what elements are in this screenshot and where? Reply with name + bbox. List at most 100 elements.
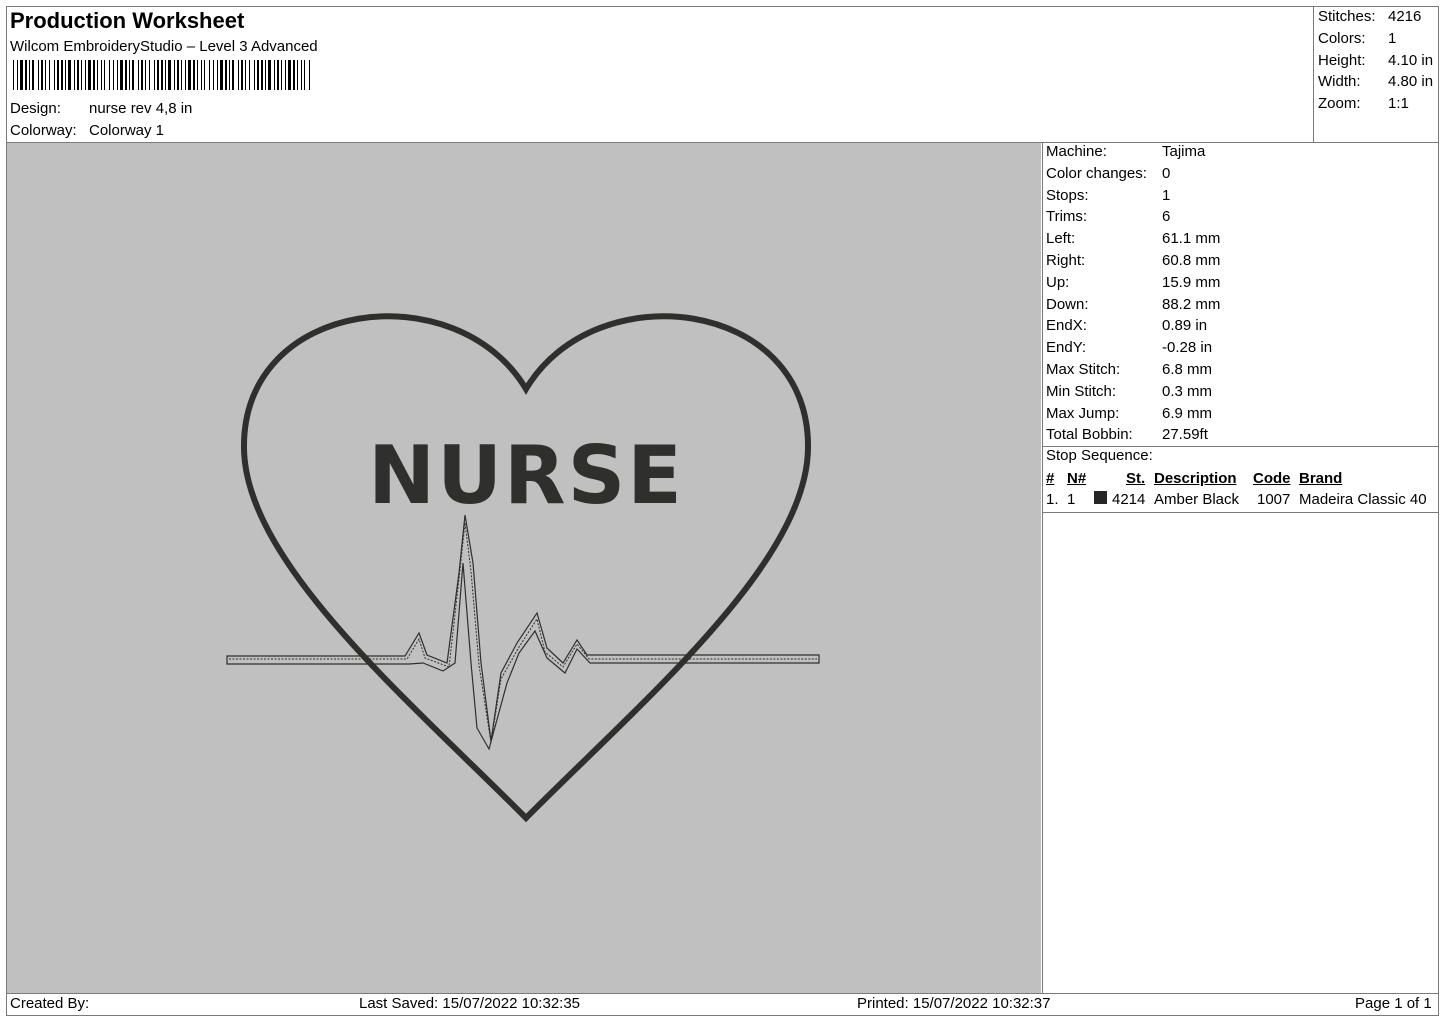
barcode-bar: [29, 60, 30, 90]
design-preview: NURSE: [7, 143, 1041, 993]
barcode-bar: [245, 60, 246, 90]
machine-info-value: 15.9 mm: [1162, 273, 1221, 291]
stop-sequence-divider: [1042, 512, 1439, 513]
machine-info-row: EndY: -0.28 in: [1046, 339, 1438, 361]
machine-info-row: Down: 88.2 mm: [1046, 296, 1438, 318]
barcode-bar: [68, 60, 71, 90]
barcode-bar: [45, 60, 46, 90]
row-code: 1007: [1257, 491, 1291, 508]
barcode-bar: [32, 60, 34, 90]
machine-info-value: 0: [1162, 164, 1171, 182]
barcode-bar: [220, 60, 223, 90]
machine-info-label: Trims:: [1046, 208, 1088, 226]
machine-info-label: Min Stitch:: [1046, 382, 1117, 400]
colorway-label: Colorway:: [10, 122, 77, 139]
barcode-bar: [88, 60, 91, 90]
row-brand: Madeira Classic 40: [1299, 491, 1427, 508]
stitches-row: Stitches: 4216: [1318, 8, 1438, 30]
design-summary: Stitches: 4216 Colors: 1 Height: 4.10 in Wi…: [1318, 8, 1438, 117]
machine-info-value: 27.59ft: [1162, 426, 1208, 444]
machine-info-row: Trims: 6: [1046, 208, 1438, 230]
barcode-bar: [145, 60, 146, 90]
barcode-bar: [20, 60, 23, 90]
barcode-bar: [181, 60, 182, 90]
barcode-bar: [185, 60, 186, 90]
barcode-bar: [241, 60, 243, 90]
machine-info-row: Stops: 1: [1046, 187, 1438, 209]
worksheet-title: Production Worksheet: [10, 8, 245, 33]
machine-info-row: Left: 61.1 mm: [1046, 230, 1438, 252]
barcode-bar: [85, 60, 86, 90]
machine-info-label: Color changes:: [1046, 164, 1147, 182]
created-by: Created By:: [10, 995, 90, 1012]
barcode-bar: [149, 60, 150, 90]
barcode-bar: [213, 60, 214, 90]
design-text-nurse: NURSE: [368, 429, 684, 522]
machine-info-label: Max Stitch:: [1046, 360, 1121, 378]
machine-info-row: EndX: 0.89 in: [1046, 317, 1438, 339]
barcode-bar: [209, 60, 210, 90]
heart-outline: [240, 313, 812, 823]
barcode-bar: [297, 60, 298, 90]
barcode-bar: [97, 60, 98, 90]
machine-info-label: Up:: [1046, 273, 1070, 291]
barcode-bar: [309, 60, 310, 90]
header-needle: N#: [1067, 470, 1087, 487]
row-description: Amber Black: [1154, 491, 1240, 508]
barcode-bar: [49, 60, 50, 90]
barcode-bar: [254, 60, 255, 90]
barcode-bar: [188, 60, 191, 90]
barcode-bar: [288, 60, 291, 90]
machine-info-value: 60.8 mm: [1162, 251, 1221, 269]
design-field: Design: nurse rev 4,8 in: [10, 100, 310, 120]
barcode-bar: [168, 60, 171, 90]
last-saved: Last Saved: 15/07/2022 10:32:35: [359, 995, 581, 1012]
barcode-bar: [201, 60, 202, 90]
machine-info-value: 6: [1162, 208, 1171, 226]
barcode-bar: [65, 60, 66, 90]
machine-info-value: 0.89 in: [1162, 317, 1208, 335]
machine-info-label: Total Bobbin:: [1046, 426, 1133, 444]
machine-info-value: 0.3 mm: [1162, 382, 1213, 400]
machine-info-row: Min Stitch: 0.3 mm: [1046, 383, 1438, 405]
machine-info-label: Stops:: [1046, 186, 1089, 204]
barcode-bar: [109, 60, 110, 90]
colors-row: Colors: 1: [1318, 30, 1438, 52]
barcode-bar: [157, 60, 159, 90]
barcode-bar: [238, 60, 239, 90]
summary-divider: [1313, 6, 1314, 142]
barcode-bar: [120, 60, 123, 90]
barcode-bar: [229, 60, 230, 90]
width-label: Width:: [1318, 73, 1361, 91]
software-subtitle: Wilcom EmbroideryStudio – Level 3 Advanc…: [10, 38, 318, 55]
barcode-bar: [232, 60, 234, 90]
barcode-bar: [293, 60, 295, 90]
barcode-bar: [74, 60, 75, 90]
width-row: Width: 4.80 in: [1318, 73, 1438, 95]
barcode-bar: [277, 60, 279, 90]
machine-info-label: Down:: [1046, 295, 1089, 313]
row-stitches: 4214: [1112, 491, 1146, 508]
height-label: Height:: [1318, 51, 1366, 69]
zoom-label: Zoom:: [1318, 95, 1361, 113]
barcode-bar: [57, 60, 59, 90]
colors-label: Colors:: [1318, 29, 1366, 47]
machine-info-value: 6.8 mm: [1162, 360, 1213, 378]
row-needle: 1: [1067, 491, 1076, 508]
embroidery-design: NURSE: [226, 313, 820, 823]
barcode-bar: [77, 60, 79, 90]
stitches-label: Stitches:: [1318, 8, 1376, 25]
header-brand: Brand: [1299, 470, 1343, 487]
barcode-bar: [141, 60, 143, 90]
machine-info-row: Max Jump: 6.9 mm: [1046, 405, 1438, 427]
barcode-bar: [161, 60, 163, 90]
height-value: 4.10 in: [1388, 51, 1434, 69]
stitches-value: 4216: [1388, 8, 1422, 25]
barcode-bar: [274, 60, 275, 90]
barcode-bar: [249, 60, 250, 90]
barcode-bar: [154, 60, 155, 90]
preview-divider: [1042, 142, 1043, 993]
machine-info-row: Right: 60.8 mm: [1046, 252, 1438, 274]
machine-info-label: EndY:: [1046, 339, 1087, 357]
machine-info-row: Up: 15.9 mm: [1046, 274, 1438, 296]
